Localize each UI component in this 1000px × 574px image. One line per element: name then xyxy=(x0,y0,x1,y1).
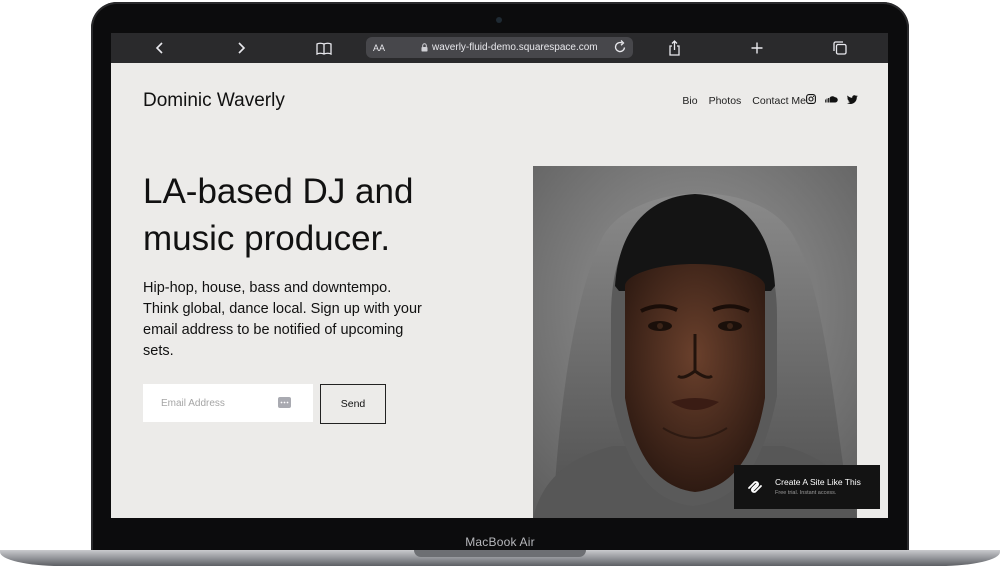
new-tab-icon xyxy=(751,42,763,54)
autofill-key-icon[interactable] xyxy=(278,397,291,408)
bookmarks-button[interactable] xyxy=(309,33,339,63)
nav-link-contact[interactable]: Contact Me xyxy=(752,95,806,107)
create-site-badge[interactable]: Create A Site Like This Free trial. Inst… xyxy=(734,465,880,509)
bookmarks-icon xyxy=(316,42,332,55)
forward-icon xyxy=(238,42,246,54)
site-title[interactable]: Dominic Waverly xyxy=(143,90,285,112)
device-label: MacBook Air xyxy=(465,535,535,549)
twitter-icon[interactable] xyxy=(847,94,858,104)
hero-line-1: LA-based DJ and xyxy=(143,172,414,211)
social-links xyxy=(806,94,858,104)
laptop-notch xyxy=(414,550,586,557)
text-size-button[interactable]: AA xyxy=(373,43,385,53)
instagram-icon[interactable] xyxy=(806,94,816,104)
browser-toolbar: AA waverly-fluid-demo.squarespace.com xyxy=(111,33,888,63)
badge-subtitle: Free trial. Instant access. xyxy=(775,490,837,496)
url-text: waverly-fluid-demo.squarespace.com xyxy=(432,42,598,53)
badge-title: Create A Site Like This xyxy=(775,477,861,487)
back-icon xyxy=(155,42,163,54)
tabs-overview-button[interactable] xyxy=(825,33,855,63)
hero-line-2: music producer. xyxy=(143,219,391,258)
reload-icon[interactable] xyxy=(614,40,627,54)
nav-link-photos[interactable]: Photos xyxy=(709,95,742,107)
lock-icon xyxy=(421,43,428,52)
soundcloud-icon[interactable] xyxy=(825,95,838,103)
web-page: Dominic Waverly Bio Photos Contact Me LA… xyxy=(111,63,888,518)
send-button[interactable]: Send xyxy=(320,384,386,424)
share-button[interactable] xyxy=(659,33,689,63)
camera xyxy=(496,17,502,23)
back-button[interactable] xyxy=(145,33,175,63)
screen: AA waverly-fluid-demo.squarespace.com Do… xyxy=(111,33,888,518)
share-icon xyxy=(668,40,680,56)
address-bar[interactable]: AA waverly-fluid-demo.squarespace.com xyxy=(366,37,633,58)
hero-description: Hip-hop, house, bass and downtempo. Thin… xyxy=(143,280,422,359)
tabs-icon xyxy=(833,41,847,55)
squarespace-logo-icon xyxy=(748,481,762,493)
new-tab-button[interactable] xyxy=(742,33,772,63)
forward-button[interactable] xyxy=(226,33,256,63)
hero-heading: LA-based DJ and music producer. xyxy=(143,168,483,262)
nav-link-bio[interactable]: Bio xyxy=(682,95,697,107)
main-navigation: Bio Photos Contact Me xyxy=(682,95,806,107)
